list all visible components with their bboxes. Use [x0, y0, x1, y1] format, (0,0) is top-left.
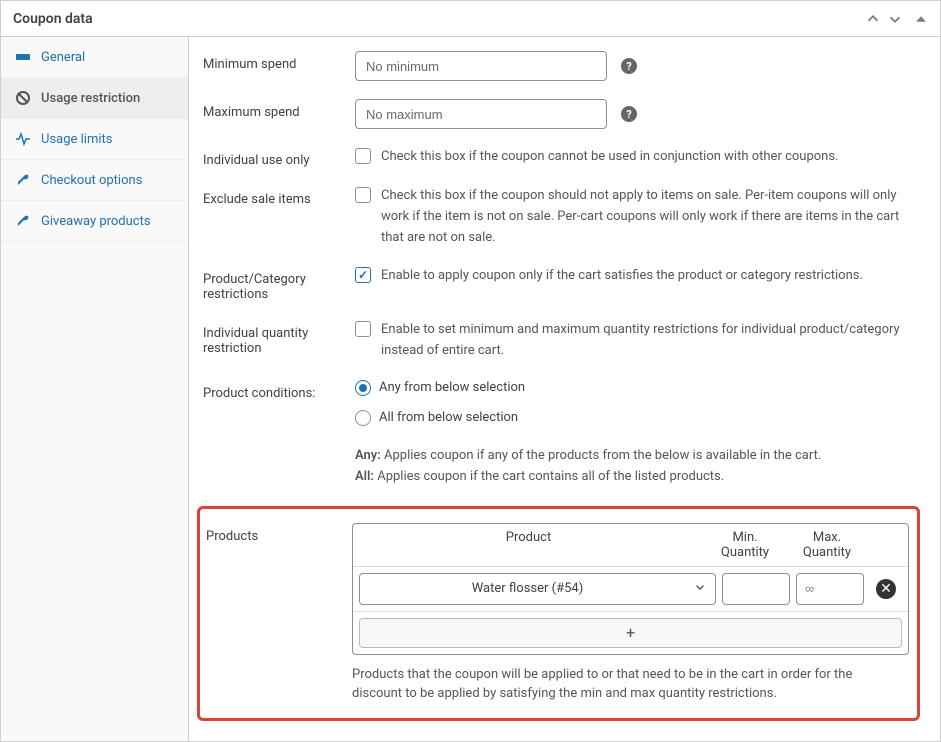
pulse-icon	[15, 131, 31, 147]
products-col-min: Min. Quantity	[704, 524, 786, 566]
min-spend-input[interactable]	[355, 51, 607, 81]
min-spend-label: Minimum spend	[203, 51, 343, 72]
product-conditions-any-radio[interactable]	[355, 380, 371, 396]
wrench-icon	[15, 213, 31, 229]
max-qty-input[interactable]	[796, 573, 864, 605]
max-spend-label: Maximum spend	[203, 99, 343, 120]
product-select[interactable]: Water flosser (#54)	[359, 573, 716, 605]
ban-icon	[15, 90, 31, 106]
max-spend-input[interactable]	[355, 99, 607, 129]
ticket-icon	[15, 49, 31, 65]
products-highlight-box: Products Product Min. Quantity Max. Quan…	[197, 506, 920, 721]
sidebar-item-general[interactable]: General	[1, 37, 188, 78]
add-product-button[interactable]: +	[359, 618, 902, 648]
prod-cat-restrictions-text: Enable to apply coupon only if the cart …	[381, 266, 863, 287]
individual-qty-label: Individual quantity restriction	[203, 320, 343, 356]
product-conditions-all-label: All from below selection	[379, 410, 518, 425]
individual-use-label: Individual use only	[203, 147, 343, 168]
products-description: Products that the coupon will be applied…	[352, 665, 909, 704]
sidebar-item-usage-restriction[interactable]: Usage restriction	[1, 78, 188, 119]
main-content: Minimum spend ? Maximum spend ? Individu…	[189, 37, 940, 741]
panel-move-down-icon[interactable]	[886, 10, 904, 28]
sidebar-item-label: Usage restriction	[41, 91, 140, 106]
panel-toggle-icon[interactable]	[914, 12, 928, 26]
individual-use-checkbox[interactable]	[355, 148, 371, 164]
individual-qty-checkbox[interactable]	[355, 321, 371, 337]
product-conditions-help: Any: Applies coupon if any of the produc…	[355, 446, 920, 488]
products-label: Products	[200, 523, 340, 704]
sidebar-item-label: General	[41, 50, 85, 65]
chevron-down-icon	[693, 580, 707, 598]
panel-header: Coupon data	[1, 1, 940, 37]
sidebar-item-label: Usage limits	[41, 132, 112, 147]
product-conditions-all-radio[interactable]	[355, 410, 371, 426]
sidebar-item-usage-limits[interactable]: Usage limits	[1, 119, 188, 160]
remove-product-button[interactable]: ✕	[876, 579, 896, 599]
individual-qty-text: Enable to set minimum and maximum quanti…	[381, 320, 920, 362]
products-col-product: Product	[353, 524, 704, 566]
exclude-sale-text: Check this box if the coupon should not …	[381, 186, 920, 248]
exclude-sale-checkbox[interactable]	[355, 187, 371, 203]
panel-move-up-icon[interactable]	[864, 10, 882, 28]
sidebar-item-giveaway-products[interactable]: Giveaway products	[1, 201, 188, 242]
product-conditions-any-label: Any from below selection	[379, 380, 525, 395]
individual-use-text: Check this box if the coupon cannot be u…	[381, 147, 839, 168]
panel-title: Coupon data	[13, 11, 93, 27]
sidebar-item-label: Checkout options	[41, 173, 142, 188]
help-icon[interactable]: ?	[621, 106, 637, 122]
help-icon[interactable]: ?	[621, 58, 637, 74]
products-col-max: Max. Quantity	[786, 524, 868, 566]
products-row: Water flosser (#54) ✕	[353, 567, 908, 611]
product-conditions-label: Product conditions:	[203, 380, 343, 401]
exclude-sale-label: Exclude sale items	[203, 186, 343, 207]
products-table: Product Min. Quantity Max. Quantity Wate…	[352, 523, 909, 655]
sidebar-item-checkout-options[interactable]: Checkout options	[1, 160, 188, 201]
min-qty-input[interactable]	[722, 573, 790, 605]
sidebar: General Usage restriction Usage limits C…	[1, 37, 189, 741]
sidebar-item-label: Giveaway products	[41, 214, 151, 229]
wrench-icon	[15, 172, 31, 188]
prod-cat-restrictions-checkbox[interactable]	[355, 267, 371, 283]
prod-cat-restrictions-label: Product/Category restrictions	[203, 266, 343, 302]
